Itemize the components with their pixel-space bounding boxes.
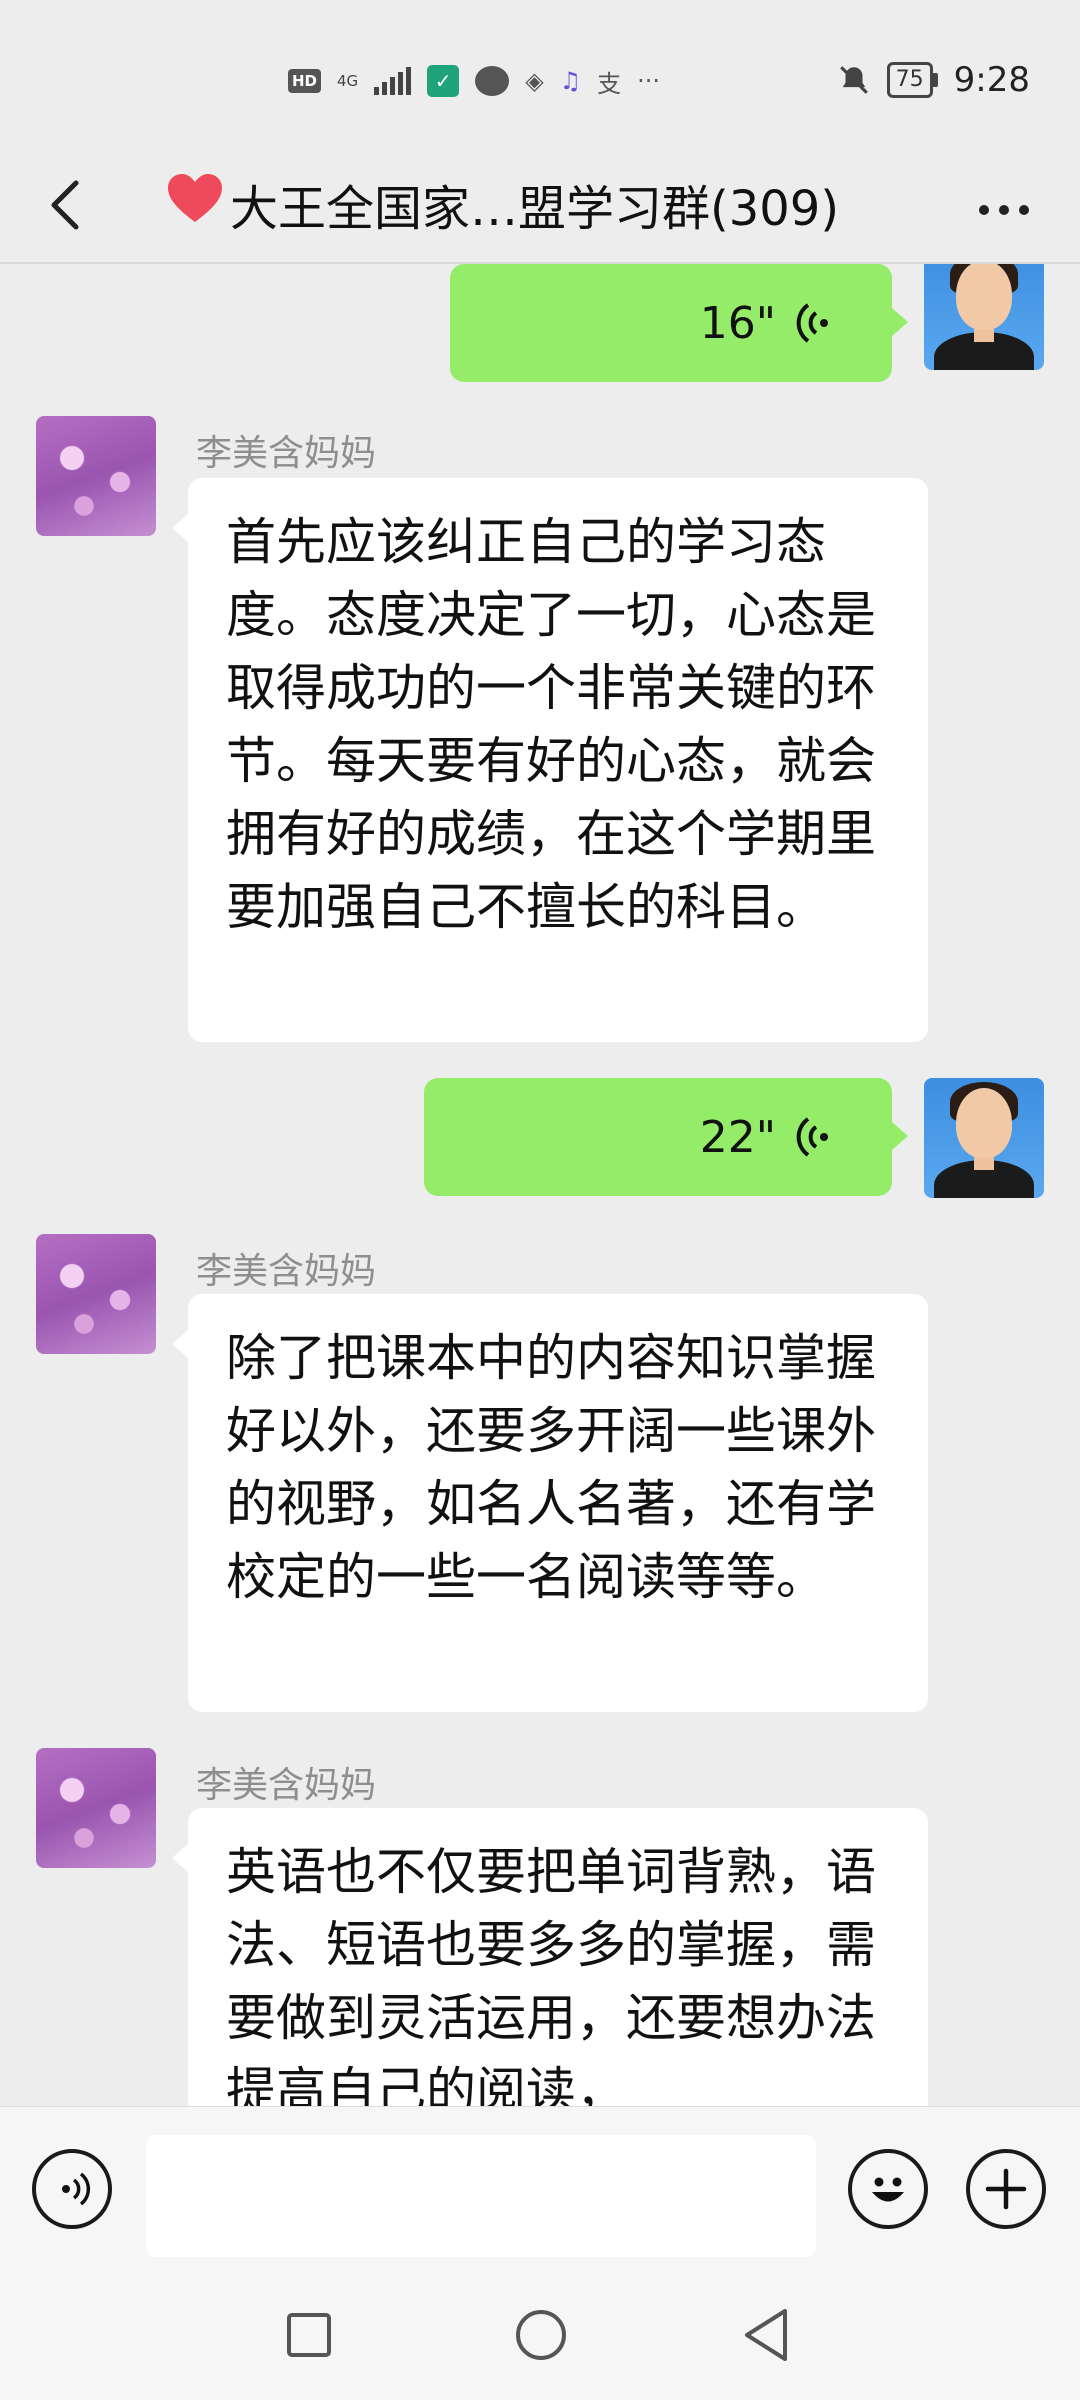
square-icon	[287, 2313, 331, 2357]
text-message[interactable]: 英语也不仅要把单词背熟，语法、短语也要多多的掌握，需要做到灵活运用，还要想办法提…	[172, 1808, 928, 2106]
hd-icon: HD	[288, 69, 322, 93]
status-bar: HD 4G ✓ ◈ ♫ 支 ··· 75 9:28	[0, 0, 1080, 150]
voice-wave-icon	[794, 303, 834, 343]
back-button[interactable]	[36, 170, 96, 240]
voice-wave-icon	[794, 1117, 834, 1157]
mute-bell-icon	[837, 63, 871, 97]
add-button[interactable]	[966, 2149, 1046, 2229]
sender-avatar[interactable]	[36, 1234, 156, 1354]
signal-icon	[374, 67, 412, 95]
more-icon	[979, 205, 989, 215]
system-nav-bar	[0, 2270, 1080, 2400]
sender-avatar[interactable]	[36, 416, 156, 536]
emoji-button[interactable]	[848, 2149, 928, 2229]
recents-button[interactable]	[274, 2300, 344, 2370]
chat-title: 大王全国家…盟学习群(309)	[166, 168, 886, 240]
chat-title-text: 大王全国家…盟学习群(309)	[230, 181, 840, 237]
voice-icon	[62, 2172, 91, 2206]
voice-duration: 16"	[699, 297, 776, 349]
sender-name: 李美含妈妈	[196, 1251, 377, 1292]
aperture-app-icon: ◈	[525, 67, 544, 95]
more-button[interactable]	[964, 180, 1044, 240]
clock: 9:28	[953, 60, 1030, 100]
voice-duration: 22"	[699, 1111, 776, 1163]
network-type-icon: 4G	[337, 72, 359, 90]
back-nav-button[interactable]	[732, 2300, 802, 2370]
emoji-icon	[872, 2177, 904, 2202]
sender-avatar[interactable]	[36, 1748, 156, 1868]
shield-app-icon: ✓	[427, 65, 460, 97]
text-message[interactable]: 首先应该纠正自己的学习态度。态度决定了一切，心态是取得成功的一个非常关键的环节。…	[172, 478, 928, 1042]
voice-message[interactable]: 22"	[424, 1078, 908, 1196]
plus-icon	[985, 2168, 1027, 2210]
my-avatar[interactable]	[924, 1078, 1044, 1198]
heart-icon	[166, 172, 224, 236]
input-bar	[0, 2106, 1080, 2271]
chevron-left-icon	[51, 180, 79, 230]
chat-list[interactable]: 16" 李美含妈妈 首先应该纠正自己的学习态度。态度决定了一切，心态是取得成功的…	[0, 264, 1080, 2106]
status-icons-right: 75 9:28	[837, 54, 1030, 106]
battery-level: 75	[886, 62, 933, 98]
my-avatar[interactable]	[924, 264, 1044, 370]
voice-toggle-button[interactable]	[32, 2149, 112, 2229]
chat-header: 大王全国家…盟学习群(309)	[0, 150, 1080, 265]
message-input[interactable]	[146, 2135, 816, 2257]
triangle-back-icon	[745, 2309, 787, 2361]
battery-icon: 75	[886, 62, 938, 98]
network-type: 4G	[337, 72, 359, 90]
sender-name: 李美含妈妈	[196, 1765, 377, 1806]
message-app-icon	[475, 66, 510, 96]
music-app-icon: ♫	[559, 67, 582, 95]
alipay-app-icon: 支	[597, 69, 622, 98]
sender-name: 李美含妈妈	[196, 433, 377, 474]
circle-icon	[516, 2310, 566, 2360]
text-message[interactable]: 除了把课本中的内容知识掌握好以外，还要多开阔一些课外的视野，如名人名著，还有学校…	[172, 1294, 928, 1712]
voice-message[interactable]: 16"	[450, 264, 908, 382]
more-notifications-icon: ···	[637, 67, 661, 95]
status-icons-left: HD 4G ✓ ◈ ♫ 支 ···	[288, 58, 660, 104]
home-button[interactable]	[506, 2300, 576, 2370]
